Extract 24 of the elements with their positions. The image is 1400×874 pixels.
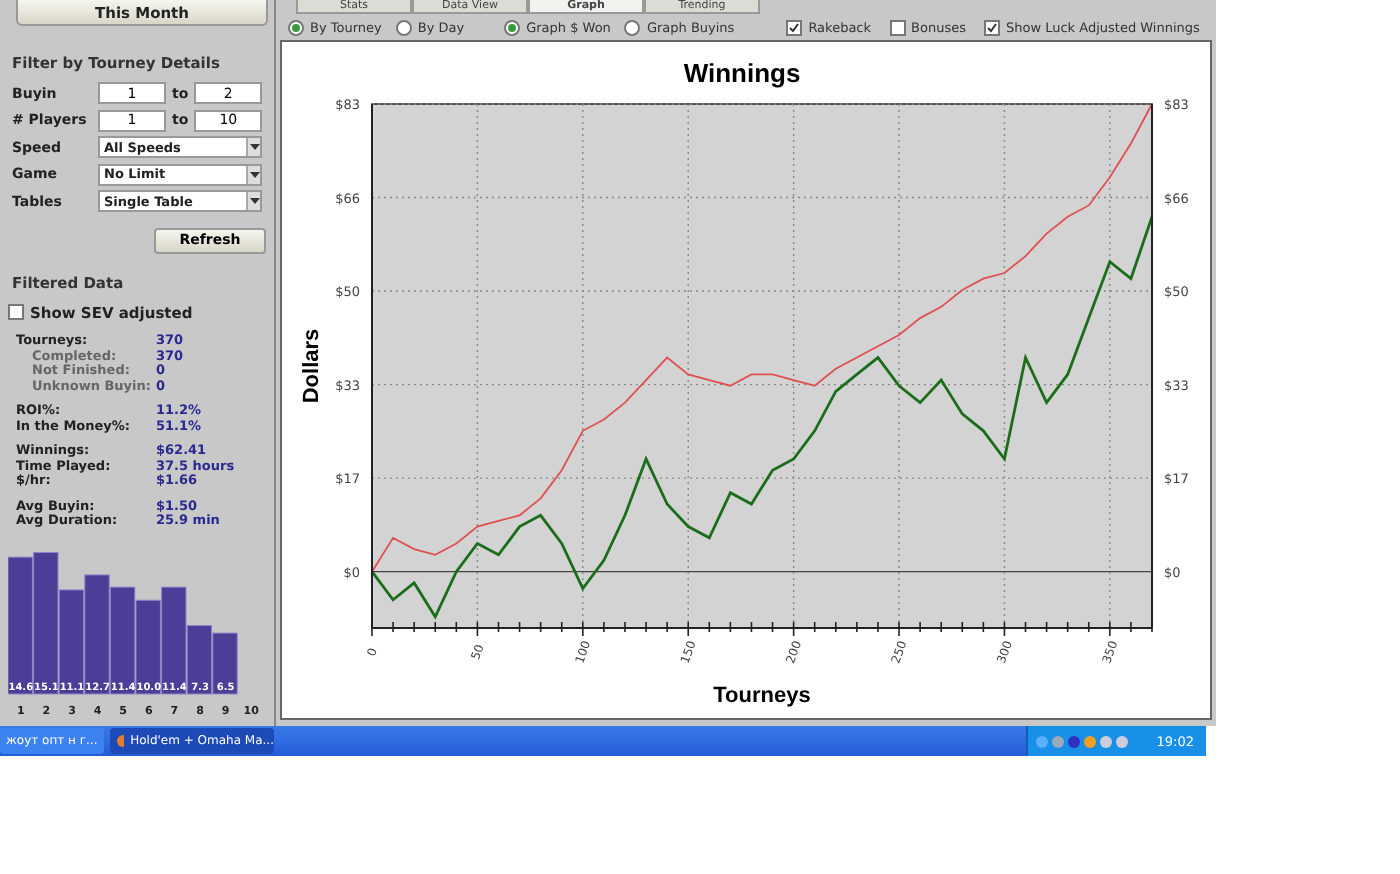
histogram-bar bbox=[109, 585, 136, 694]
histogram-bar bbox=[58, 588, 85, 694]
caret-icon bbox=[249, 144, 259, 151]
checkbox[interactable] bbox=[983, 19, 1000, 35]
histogram-bar bbox=[84, 573, 110, 694]
histogram-bar bbox=[212, 631, 238, 694]
histogram-bar bbox=[8, 555, 33, 694]
histogram-bar bbox=[135, 598, 161, 694]
radio-button[interactable] bbox=[288, 19, 304, 35]
y-axis-title: Dollars bbox=[300, 328, 324, 404]
caret-icon bbox=[249, 198, 259, 205]
checkbox[interactable] bbox=[8, 304, 24, 321]
radio-button[interactable] bbox=[395, 19, 412, 35]
radio-button[interactable] bbox=[624, 19, 641, 35]
histogram-bar bbox=[33, 550, 59, 694]
checkbox[interactable] bbox=[889, 19, 906, 35]
caret-icon bbox=[249, 171, 259, 178]
x-axis-title: Tourneys bbox=[713, 684, 811, 708]
checkmark-icon bbox=[985, 21, 998, 33]
checkbox[interactable] bbox=[786, 19, 803, 35]
checkmark-icon bbox=[788, 21, 801, 33]
app-icon bbox=[116, 734, 125, 748]
radio-button[interactable] bbox=[504, 19, 521, 35]
chart-title: Winnings bbox=[683, 58, 801, 88]
